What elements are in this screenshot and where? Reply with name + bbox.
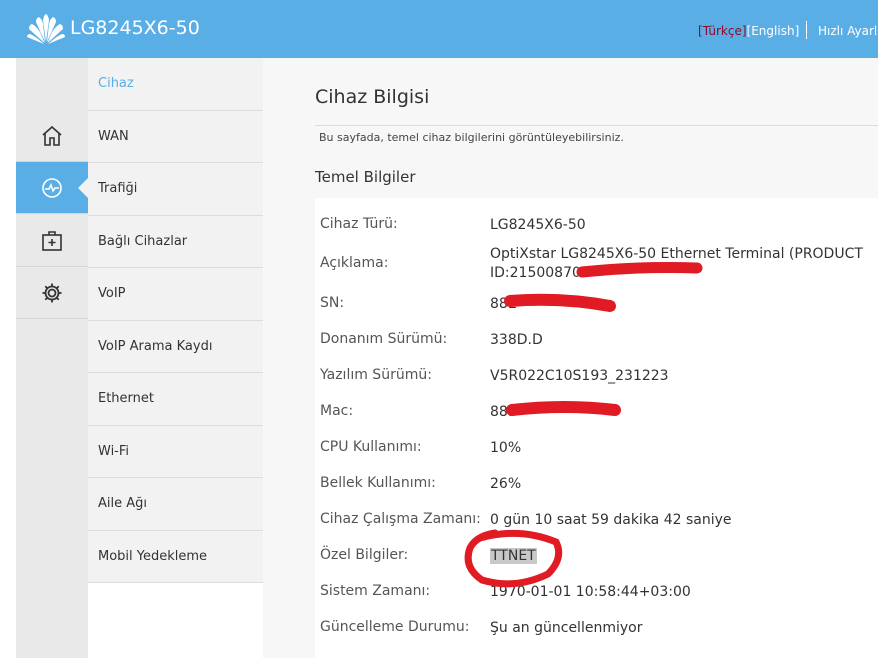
info-value: LG8245X6-50 (490, 217, 586, 233)
main-content: Cihaz Bilgisi Bu sayfada, temel cihaz bi… (263, 58, 878, 658)
lang-turkish-link[interactable]: Türkçe (703, 24, 742, 38)
page-description: Bu sayfada, temel cihaz bilgilerini görü… (319, 131, 624, 144)
info-value: 1970-01-01 10:58:44+03:00 (490, 584, 691, 600)
info-label: Sistem Zamanı: (320, 583, 431, 599)
header-divider (806, 21, 807, 39)
info-label: Açıklama: (320, 255, 389, 271)
lang-english-link[interactable]: English (751, 24, 794, 38)
info-label: SN: (320, 295, 345, 311)
info-label: Yazılım Sürümü: (320, 367, 432, 383)
device-model-title: LG8245X6-50 (70, 17, 200, 39)
submenu-item-voip[interactable]: VoIP (88, 268, 263, 321)
info-label: Donanım Sürümü: (320, 331, 448, 347)
info-value: 338D.D (490, 332, 543, 348)
submenu-list: Cihaz WAN Trafiği Bağlı Cihazlar VoIP Vo… (88, 58, 263, 583)
submenu-item-mobil-yedekleme[interactable]: Mobil Yedekleme (88, 531, 263, 583)
info-label: Mac: (320, 403, 354, 419)
info-value: V5R022C10S193_231223 (490, 368, 669, 384)
submenu-item-trafik[interactable]: Trafiği (88, 163, 263, 216)
quick-setup-link[interactable]: Hızlı Ayarl (818, 24, 877, 38)
huawei-logo-icon (27, 14, 65, 44)
info-value: OptiXstar LG8245X6-50 Ethernet Terminal … (490, 246, 863, 281)
monitor-icon (42, 177, 62, 198)
info-value: 0 gün 10 saat 59 dakika 42 saniye (490, 512, 732, 528)
home-icon (42, 125, 62, 146)
info-label: Bellek Kullanımı: (320, 475, 436, 491)
submenu-item-cihaz[interactable]: Cihaz (88, 58, 263, 111)
info-value: 10% (490, 440, 522, 456)
title-divider (315, 125, 878, 126)
section-title: Temel Bilgiler (315, 168, 416, 186)
submenu-item-ethernet[interactable]: Ethernet (88, 373, 263, 426)
info-label: Özel Bilgiler: (320, 547, 409, 563)
nav-tools[interactable] (16, 215, 88, 267)
info-value: Şu an güncellenmiyor (490, 620, 643, 636)
page-title: Cihaz Bilgisi (315, 86, 430, 108)
submenu-item-bagli-cihazlar[interactable]: Bağlı Cihazlar (88, 216, 263, 268)
left-margin (0, 58, 16, 658)
nav-settings[interactable] (16, 267, 88, 319)
info-value: 88: (490, 404, 513, 420)
submenu-item-wan[interactable]: WAN (88, 111, 263, 163)
nav-status[interactable] (16, 162, 88, 214)
top-header: LG8245X6-50 [Türkçe][English] Hızlı Ayar… (0, 0, 878, 58)
submenu-item-voip-arama-kaydi[interactable]: VoIP Arama Kaydı (88, 321, 263, 373)
info-value-wrapper: TTNET (490, 547, 878, 566)
submenu-panel: Cihaz WAN Trafiği Bağlı Cihazlar VoIP Vo… (88, 58, 263, 658)
active-indicator-arrow (78, 178, 88, 198)
info-value-highlighted: TTNET (490, 548, 537, 564)
nav-home[interactable] (16, 110, 88, 162)
info-label: Cihaz Türü: (320, 216, 398, 232)
gear-icon (42, 283, 62, 302)
add-box-icon (42, 230, 62, 251)
info-label: CPU Kullanımı: (320, 439, 422, 455)
info-panel: Cihaz Türü: LG8245X6-50 Açıklama: OptiXs… (315, 198, 878, 658)
info-label: Cihaz Çalışma Zamanı: (320, 511, 481, 527)
submenu-item-wifi[interactable]: Wi-Fi (88, 426, 263, 478)
info-value: 26% (490, 476, 522, 492)
info-label: Güncelleme Durumu: (320, 619, 470, 635)
icon-navigation (16, 58, 88, 658)
language-switcher: [Türkçe][English] (698, 24, 800, 38)
info-value: 88E (490, 296, 517, 312)
submenu-item-aile-agi[interactable]: Aile Ağı (88, 478, 263, 531)
